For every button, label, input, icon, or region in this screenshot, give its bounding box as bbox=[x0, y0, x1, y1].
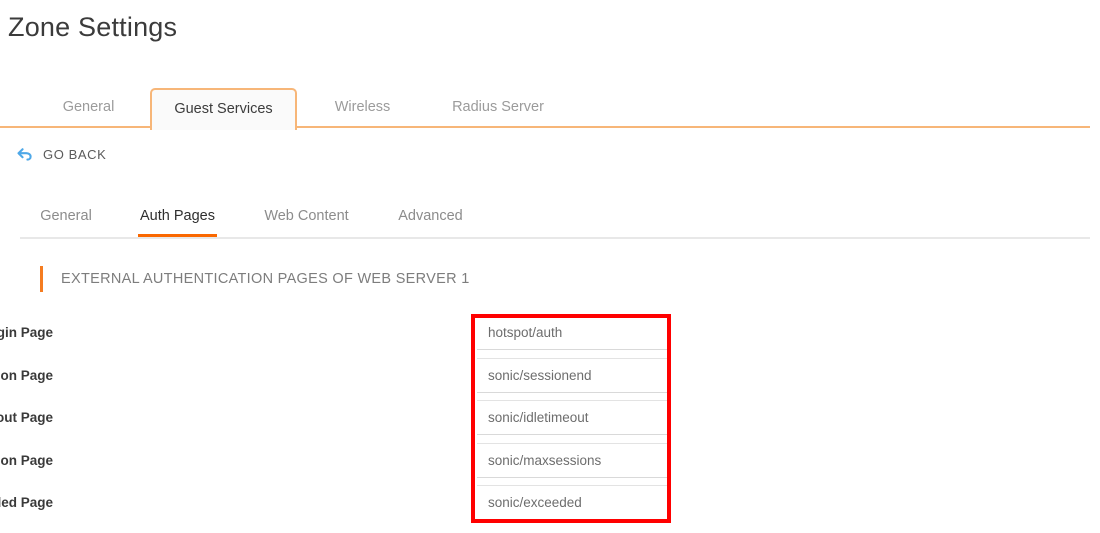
go-back-label: GO BACK bbox=[43, 147, 106, 162]
idle-timeout-page-label: Idle Timeout Page bbox=[0, 410, 53, 425]
section-header: EXTERNAL AUTHENTICATION PAGES OF WEB SER… bbox=[40, 266, 470, 292]
session-expiration-page-input[interactable]: sonic/sessionend bbox=[477, 358, 667, 393]
sub-tab-divider bbox=[20, 237, 1090, 239]
idle-timeout-page-input[interactable]: sonic/idletimeout bbox=[477, 400, 667, 435]
primary-tab-strip: General Guest Services Wireless Radius S… bbox=[0, 88, 1090, 128]
form-row: Traffic Exceeded Page sonic/exceeded bbox=[0, 485, 700, 528]
sub-tab-general[interactable]: General bbox=[40, 203, 92, 233]
form-row: Session Expiration Page sonic/sessionend bbox=[0, 358, 700, 401]
form-row: Idle Timeout Page sonic/idletimeout bbox=[0, 400, 700, 443]
sub-tab-auth-pages[interactable]: Auth Pages bbox=[138, 203, 217, 233]
sub-tab-web-content[interactable]: Web Content bbox=[258, 203, 355, 233]
tab-radius-server[interactable]: Radius Server bbox=[423, 88, 573, 126]
login-page-label: Login Page bbox=[0, 325, 53, 340]
page-title: Zone Settings bbox=[8, 12, 177, 43]
tab-guest-services[interactable]: Guest Services bbox=[150, 88, 297, 130]
max-session-page-input[interactable]: sonic/maxsessions bbox=[477, 443, 667, 478]
tab-general[interactable]: General bbox=[22, 88, 155, 126]
login-page-input[interactable]: hotspot/auth bbox=[477, 315, 667, 350]
form-row: Max Session Page sonic/maxsessions bbox=[0, 443, 700, 486]
traffic-exceeded-page-input[interactable]: sonic/exceeded bbox=[477, 485, 667, 520]
section-accent-bar bbox=[40, 266, 43, 292]
form-row: Login Page hotspot/auth bbox=[0, 315, 700, 358]
session-expiration-page-label: Session Expiration Page bbox=[0, 368, 53, 383]
traffic-exceeded-page-label: Traffic Exceeded Page bbox=[0, 495, 53, 510]
tab-wireless[interactable]: Wireless bbox=[300, 88, 425, 126]
section-title: EXTERNAL AUTHENTICATION PAGES OF WEB SER… bbox=[61, 271, 470, 287]
max-session-page-label: Max Session Page bbox=[0, 453, 53, 468]
sub-tab-strip: General Auth Pages Web Content Advanced bbox=[0, 203, 1090, 239]
sub-tab-advanced[interactable]: Advanced bbox=[396, 203, 465, 233]
back-arrow-icon bbox=[14, 144, 34, 164]
go-back-button[interactable]: GO BACK bbox=[14, 143, 106, 165]
auth-pages-form: Login Page hotspot/auth Session Expirati… bbox=[0, 315, 700, 528]
